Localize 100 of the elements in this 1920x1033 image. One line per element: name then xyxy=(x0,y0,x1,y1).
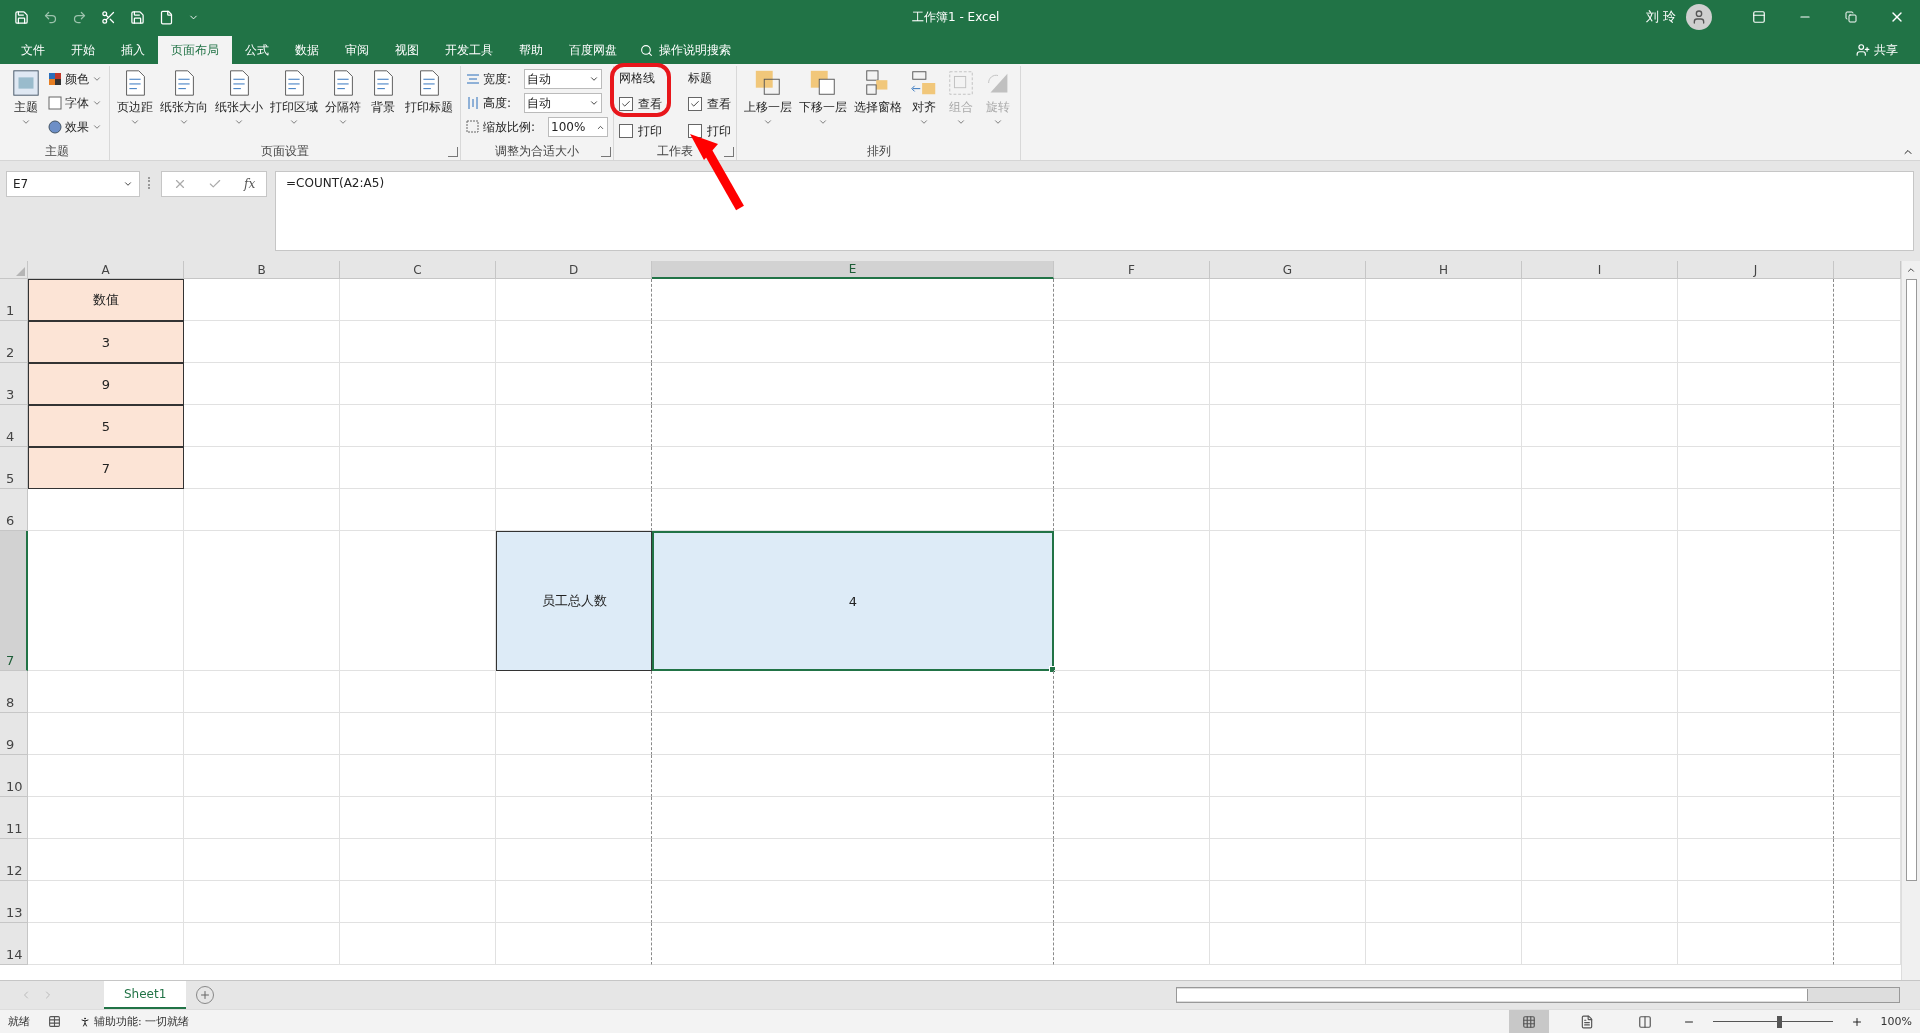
empty-cell[interactable] xyxy=(652,881,1054,923)
accessibility-icon[interactable] xyxy=(79,1015,91,1028)
checkbox[interactable]: 打印 xyxy=(688,120,731,142)
empty-cell[interactable] xyxy=(1678,321,1834,363)
empty-cell[interactable] xyxy=(496,839,652,881)
sheet-tab[interactable]: Sheet1 xyxy=(104,981,187,1009)
row-header[interactable]: 3 xyxy=(0,363,28,405)
ribbon-tab[interactable]: 公式 xyxy=(232,36,282,64)
ribbon-tab[interactable]: 插入 xyxy=(108,36,158,64)
formula-field[interactable]: =COUNT(A2:A5) xyxy=(275,171,1914,251)
save-icon[interactable] xyxy=(14,9,29,25)
vertical-scrollbar[interactable] xyxy=(1901,261,1920,980)
ribbon-button[interactable]: 主题 xyxy=(9,66,43,129)
column-header[interactable] xyxy=(1834,261,1901,279)
select-all-corner[interactable] xyxy=(0,261,28,279)
empty-cell[interactable] xyxy=(652,713,1054,755)
ribbon-button[interactable]: 分隔符 xyxy=(323,66,363,129)
empty-cell[interactable] xyxy=(1678,531,1834,671)
empty-cell[interactable] xyxy=(1678,839,1834,881)
column-header[interactable]: C xyxy=(340,261,496,279)
row-header[interactable]: 2 xyxy=(0,321,28,363)
ribbon-button[interactable]: 颜色 xyxy=(46,68,104,90)
ribbon-button[interactable]: 打印标题 xyxy=(403,66,455,129)
table-cell[interactable]: 数值 xyxy=(28,279,184,321)
empty-cell[interactable] xyxy=(652,321,1054,363)
row-header[interactable]: 13 xyxy=(0,881,28,923)
checkbox[interactable]: 打印 xyxy=(619,120,662,142)
ribbon-button[interactable]: 纸张方向 xyxy=(158,66,210,129)
ribbon-tab[interactable]: 开发工具 xyxy=(432,36,506,64)
redo-icon[interactable] xyxy=(72,9,87,25)
empty-cell[interactable] xyxy=(1678,279,1834,321)
fill-handle[interactable] xyxy=(1049,666,1056,673)
insert-function-button[interactable]: fx xyxy=(244,177,256,191)
table-cell[interactable]: 7 xyxy=(28,447,184,489)
row-header[interactable]: 1 xyxy=(0,279,28,321)
dialog-launcher-icon[interactable] xyxy=(724,147,734,157)
column-header[interactable]: A xyxy=(28,261,184,279)
row-header[interactable]: 9 xyxy=(0,713,28,755)
empty-cell[interactable] xyxy=(496,797,652,839)
empty-cell[interactable] xyxy=(496,363,652,405)
empty-cell[interactable] xyxy=(496,671,652,713)
empty-cell[interactable] xyxy=(1678,797,1834,839)
column-header[interactable]: B xyxy=(184,261,340,279)
name-box[interactable]: E7 xyxy=(6,171,140,197)
table-cell[interactable]: 5 xyxy=(28,405,184,447)
size-dropdown[interactable]: 自动 xyxy=(524,93,602,113)
empty-cell[interactable] xyxy=(1678,489,1834,531)
undo-icon[interactable] xyxy=(43,9,58,25)
ribbon-button[interactable]: 背景 xyxy=(366,66,400,129)
empty-cell[interactable] xyxy=(496,923,652,965)
table-cell[interactable]: 9 xyxy=(28,363,184,405)
empty-cell[interactable] xyxy=(652,755,1054,797)
ribbon-tab[interactable]: 帮助 xyxy=(506,36,556,64)
scale-spinner[interactable]: 100% xyxy=(548,117,608,137)
table-cell[interactable]: 3 xyxy=(28,321,184,363)
row-header[interactable]: 4 xyxy=(0,405,28,447)
ribbon-button[interactable]: 下移一层 xyxy=(797,66,849,129)
empty-cell[interactable] xyxy=(652,839,1054,881)
column-header[interactable]: F xyxy=(1054,261,1210,279)
scroll-up-icon[interactable] xyxy=(1906,265,1916,275)
empty-cell[interactable] xyxy=(652,797,1054,839)
tell-me-search[interactable]: 操作说明搜索 xyxy=(630,36,741,64)
empty-cell[interactable] xyxy=(496,713,652,755)
ribbon-button[interactable]: 纸张大小 xyxy=(213,66,265,129)
empty-cell[interactable] xyxy=(652,405,1054,447)
empty-cell[interactable] xyxy=(1678,363,1834,405)
empty-cell[interactable] xyxy=(1678,755,1834,797)
ribbon-button[interactable]: 对齐 xyxy=(907,66,941,129)
empty-cell[interactable] xyxy=(1678,671,1834,713)
empty-cell[interactable] xyxy=(1678,405,1834,447)
empty-cell[interactable] xyxy=(1678,447,1834,489)
empty-cell[interactable] xyxy=(652,447,1054,489)
row-header[interactable]: 5 xyxy=(0,447,28,489)
empty-cell[interactable] xyxy=(1678,923,1834,965)
ribbon-button[interactable]: 选择窗格 xyxy=(852,66,904,129)
avatar-icon[interactable] xyxy=(1686,4,1712,30)
macro-icon[interactable] xyxy=(48,1015,61,1028)
empty-cell[interactable] xyxy=(652,923,1054,965)
ribbon-button[interactable]: 上移一层 xyxy=(742,66,794,129)
enter-icon[interactable] xyxy=(208,177,223,191)
ribbon-tab[interactable]: 审阅 xyxy=(332,36,382,64)
ribbon-button[interactable]: 效果 xyxy=(46,116,104,138)
column-header[interactable]: G xyxy=(1210,261,1366,279)
ribbon-button[interactable]: 页边距 xyxy=(115,66,155,129)
row-header[interactable]: 6 xyxy=(0,489,28,531)
column-header[interactable]: D xyxy=(496,261,652,279)
empty-cell[interactable] xyxy=(496,755,652,797)
ribbon-tab[interactable]: 视图 xyxy=(382,36,432,64)
ribbon-tab[interactable]: 文件 xyxy=(8,36,58,64)
ribbon-tab[interactable]: 页面布局 xyxy=(158,36,232,64)
new-file-icon[interactable] xyxy=(159,9,174,25)
zoom-in-icon[interactable] xyxy=(1850,1015,1863,1028)
empty-cell[interactable] xyxy=(496,447,652,489)
row-header[interactable]: 10 xyxy=(0,755,28,797)
accessibility-status[interactable]: 辅助功能: 一切就绪 xyxy=(94,1014,190,1029)
column-header[interactable]: E xyxy=(652,261,1054,279)
table-cell[interactable]: 4 xyxy=(652,531,1054,671)
checkbox[interactable]: 查看 xyxy=(688,93,731,115)
row-header[interactable]: 12 xyxy=(0,839,28,881)
horizontal-scrollbar[interactable] xyxy=(1176,987,1900,1003)
